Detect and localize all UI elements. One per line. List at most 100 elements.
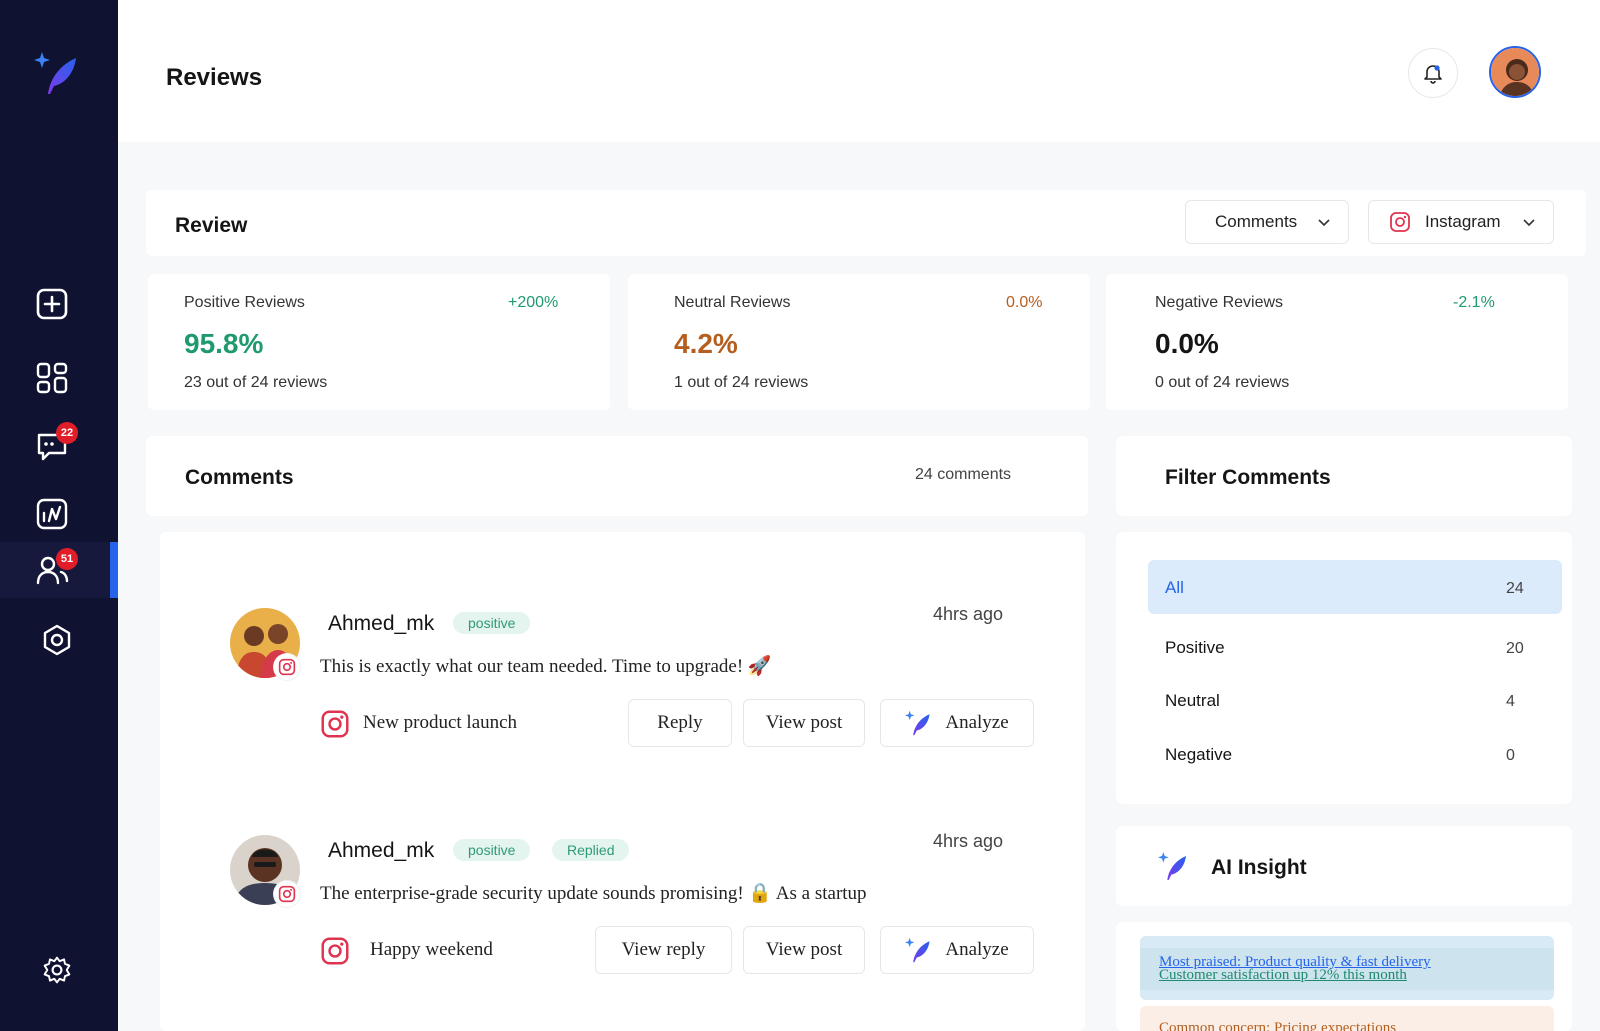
chevron-down-icon xyxy=(1523,219,1535,227)
filter-option-label: Neutral xyxy=(1165,691,1220,710)
stat-label: Positive Reviews xyxy=(184,294,305,311)
insight-text: Common concern: Pricing expectations xyxy=(1159,1020,1397,1031)
view-reply-button-label: View reply xyxy=(621,939,706,960)
analyze-button[interactable]: Analyze xyxy=(880,699,1034,747)
stat-label: Negative Reviews xyxy=(1155,294,1284,311)
comment-timestamp: 4hrs ago xyxy=(933,604,1004,624)
filter-option-count: 20 xyxy=(1506,640,1524,657)
stat-change: 0.0% xyxy=(1006,294,1043,311)
cog-icon xyxy=(43,624,71,656)
stat-subtext: 1 out of 24 reviews xyxy=(674,374,809,391)
analytics-icon xyxy=(36,498,68,530)
stat-subtext: 0 out of 24 reviews xyxy=(1155,374,1290,391)
ai-insight-list: Most praised: Product quality & fast del… xyxy=(1116,922,1572,1031)
filter-option-count: 4 xyxy=(1506,693,1515,710)
stat-label: Neutral Reviews xyxy=(674,294,791,311)
sidebar-item-create[interactable] xyxy=(0,276,118,332)
analyze-button[interactable]: Analyze xyxy=(880,926,1034,974)
view-post-button-label: View post xyxy=(765,712,843,733)
post-name[interactable]: Happy weekend xyxy=(370,939,493,961)
instagram-icon xyxy=(1390,212,1410,232)
filter-options: All 24 Positive 20 Neutral 4 Negative 0 xyxy=(1116,532,1572,804)
messages-badge: 22 xyxy=(56,422,78,444)
sentiment-tag: positive xyxy=(453,839,531,861)
top-bar: Reviews xyxy=(118,0,1600,142)
view-post-button[interactable]: View post xyxy=(743,699,865,747)
ai-insight-title: AI Insight xyxy=(1211,856,1307,879)
chevron-down-icon xyxy=(1318,219,1330,227)
instagram-icon xyxy=(278,658,296,676)
gear-icon xyxy=(43,956,71,984)
comments-count: 24 comments xyxy=(915,466,1012,483)
avatar-image-icon xyxy=(1491,48,1539,96)
insight-card[interactable]: Most praised: Product quality & fast del… xyxy=(1140,936,1554,1000)
sidebar-item-dashboard[interactable] xyxy=(0,350,118,406)
stat-card-positive: Positive Reviews +200% 95.8% 23 out of 2… xyxy=(148,274,610,410)
comment-text: The enterprise-grade security update sou… xyxy=(320,883,867,904)
ai-feather-icon xyxy=(905,710,930,736)
platform-dropdown[interactable]: Instagram xyxy=(1368,200,1554,244)
stat-card-neutral: Neutral Reviews 0.0% 4.2% 1 out of 24 re… xyxy=(628,274,1090,410)
filter-option-label: Positive xyxy=(1165,638,1225,657)
filter-option-all[interactable]: All 24 xyxy=(1148,560,1562,614)
filter-option-positive[interactable]: Positive 20 xyxy=(1148,620,1562,674)
analyze-button-label: Analyze xyxy=(945,712,1009,733)
filter-option-neutral[interactable]: Neutral 4 xyxy=(1148,673,1562,727)
reply-button[interactable]: Reply xyxy=(628,699,732,747)
sidebar-item-integrations[interactable] xyxy=(0,612,118,668)
commenter-username[interactable]: Ahmed_mk xyxy=(328,612,434,636)
instagram-icon xyxy=(321,937,349,965)
platform-value: Instagram xyxy=(1425,212,1501,231)
users-badge: 51 xyxy=(56,548,78,570)
stat-value: 95.8% xyxy=(184,328,264,359)
view-post-button[interactable]: View post xyxy=(743,926,865,974)
filter-option-count: 24 xyxy=(1506,580,1524,597)
brand-logo-icon[interactable] xyxy=(34,50,82,96)
instagram-source-badge xyxy=(274,881,300,907)
insight-card[interactable]: Common concern: Pricing expectations xyxy=(1140,1006,1554,1031)
review-type-value: Comments xyxy=(1215,212,1298,231)
sidebar-item-messages[interactable]: 22 xyxy=(0,418,118,474)
view-reply-button[interactable]: View reply xyxy=(595,926,732,974)
stat-card-negative: Negative Reviews -2.1% 0.0% 0 out of 24 … xyxy=(1106,274,1568,410)
stat-value: 0.0% xyxy=(1155,328,1219,359)
ai-insight-header: AI Insight xyxy=(1116,826,1572,906)
filter-option-count: 0 xyxy=(1506,747,1515,764)
plus-square-icon xyxy=(36,288,68,320)
sidebar: 22 51 xyxy=(0,0,118,1031)
instagram-icon xyxy=(321,710,349,738)
post-name[interactable]: New product launch xyxy=(363,712,517,734)
insight-text: Customer satisfaction up 12% this month xyxy=(1159,967,1407,983)
reply-button-label: Reply xyxy=(657,712,703,733)
review-section-header: Review Comments Instagram xyxy=(146,190,1586,256)
ai-feather-icon xyxy=(1158,852,1186,880)
comments-list: Ahmed_mk positive 4hrs ago This is exact… xyxy=(160,532,1085,1031)
stat-subtext: 23 out of 24 reviews xyxy=(184,374,328,391)
sidebar-item-settings[interactable] xyxy=(0,942,118,998)
review-type-dropdown[interactable]: Comments xyxy=(1185,200,1349,244)
comment-timestamp: 4hrs ago xyxy=(933,831,1004,851)
filter-title: Filter Comments xyxy=(1165,466,1331,489)
comments-header: Comments 24 comments xyxy=(146,436,1088,516)
comments-title: Comments xyxy=(185,466,294,489)
filter-option-label: All xyxy=(1165,578,1184,597)
stat-change: +200% xyxy=(508,294,559,311)
instagram-source-badge xyxy=(274,654,300,680)
filter-option-label: Negative xyxy=(1165,745,1233,764)
sidebar-item-reviews[interactable]: 51 xyxy=(0,542,118,598)
comment-text: This is exactly what our team needed. Ti… xyxy=(320,656,772,677)
filter-comments-header: Filter Comments xyxy=(1116,436,1572,516)
replied-tag: Replied xyxy=(552,839,630,861)
view-post-button-label: View post xyxy=(765,939,843,960)
ai-feather-icon xyxy=(905,937,930,963)
sentiment-tag: positive xyxy=(453,612,531,634)
sidebar-item-analytics[interactable] xyxy=(0,486,118,542)
stat-change: -2.1% xyxy=(1453,294,1495,311)
review-title: Review xyxy=(175,214,248,237)
commenter-username[interactable]: Ahmed_mk xyxy=(328,839,434,863)
notifications-button[interactable] xyxy=(1408,48,1458,98)
page-title: Reviews xyxy=(166,64,263,91)
filter-option-negative[interactable]: Negative 0 xyxy=(1148,727,1562,781)
comment-item: Ahmed_mk positive 4hrs ago This is exact… xyxy=(230,604,1034,758)
user-avatar[interactable] xyxy=(1489,46,1541,98)
